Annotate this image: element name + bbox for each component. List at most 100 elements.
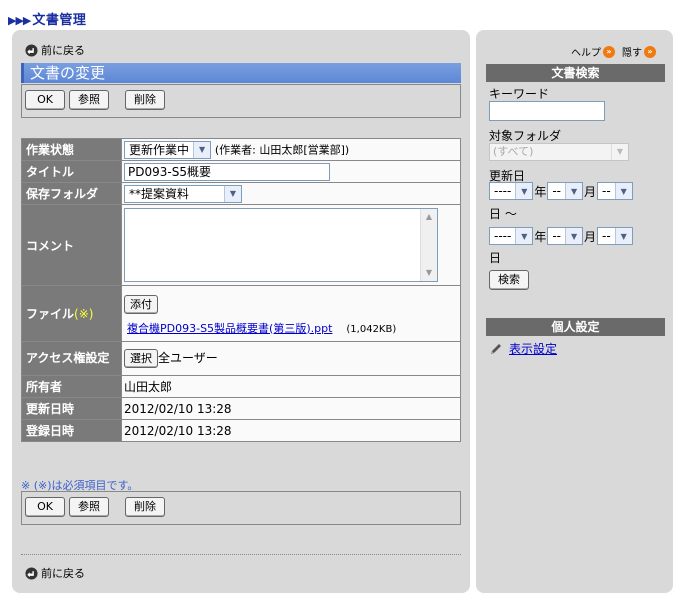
browse-button[interactable]: 参照 [69,90,109,110]
target-folder-select[interactable]: (すべて) ▼ [489,143,629,161]
chevron-down-icon: ▼ [614,228,632,244]
from-day-value: -- [602,184,611,198]
month-unit: 月 [584,184,597,199]
access-select-button[interactable]: 選択 [124,349,158,368]
to-year-select[interactable]: ---- ▼ [489,227,534,245]
folder-cell: **提案資料 ▼ [121,182,461,205]
form-row-updated: 更新日時 2012/02/10 13:28 [21,397,461,420]
to-month-select[interactable]: -- ▼ [547,227,584,245]
back-arrow-icon [25,43,38,57]
chevron-down-icon: ▼ [193,141,211,158]
attach-button[interactable]: 添付 [124,294,158,314]
delete-button[interactable]: 削除 [125,90,165,110]
status-select[interactable]: 更新作業中 ▼ [124,140,212,159]
access-cell: 選択 全ユーザー [121,341,461,376]
browse-button[interactable]: 参照 [69,497,109,517]
scroll-down-icon[interactable]: ▼ [422,266,436,280]
form-row-registered: 登録日時 2012/02/10 13:28 [21,419,461,442]
chevron-down-icon: ▼ [565,228,583,244]
hide-link[interactable]: 隠す » [622,44,656,59]
from-month-select[interactable]: -- ▼ [547,182,584,200]
attached-file-link[interactable]: 複合機PD093-S5製品概要書(第三版).ppt [127,322,332,335]
updated-value: 2012/02/10 13:28 [121,397,461,420]
main-panel: 前に戻る 文書の変更 OK 参照 削除 作業状態 更新作業中 ▼ (作業者: 山田… [12,30,470,593]
form-row-owner: 所有者 山田太郎 [21,375,461,398]
owner-value: 山田太郎 [121,375,461,398]
from-year-value: ---- [494,184,512,198]
status-label: 作業状態 [21,138,122,161]
chevron-down-icon: ▼ [515,228,533,244]
day-tilde-label: 日 ～ [489,207,517,221]
folder-label: 保存フォルダ [21,182,122,205]
chevron-down-icon: ▼ [515,183,533,199]
ok-button[interactable]: OK [25,90,65,110]
form-row-status: 作業状態 更新作業中 ▼ (作業者: 山田太郎[営業部]) [21,138,461,161]
delete-button[interactable]: 削除 [125,497,165,517]
pencil-icon [491,343,501,354]
help-arrow-icon: » [603,45,615,58]
folder-select[interactable]: **提案資料 ▼ [124,184,242,203]
year-unit: 年 [534,229,547,244]
comment-textarea[interactable]: ▲ ▼ [124,208,438,282]
title-label: タイトル [21,160,122,183]
date-from-row: ---- ▼ 年 -- ▼ 月 -- ▼ [489,182,633,200]
document-form: 作業状態 更新作業中 ▼ (作業者: 山田太郎[営業部]) タイトル PD093-… [21,138,461,442]
keyword-label: キーワード [489,87,550,101]
back-link-label: 前に戻る [41,567,85,580]
scroll-up-icon[interactable]: ▲ [422,210,436,224]
comment-scrollbar[interactable]: ▲ ▼ [420,209,437,281]
back-link-bottom[interactable]: 前に戻る [25,565,85,581]
help-label: ヘルプ [571,48,601,59]
hide-label: 隠す [622,48,642,59]
top-button-bar: OK 参照 削除 [21,84,461,118]
search-button[interactable]: 検索 [489,270,529,290]
title-input[interactable]: PD093-S5概要 [124,162,330,181]
access-value: 全ユーザー [158,351,218,365]
from-day-select[interactable]: -- ▼ [597,182,633,200]
chevron-down-icon: ▼ [224,185,241,202]
hide-arrow-icon: » [644,45,656,58]
title-arrows: ▶▶▶ [8,14,31,27]
owner-label: 所有者 [21,375,122,398]
title-cell: PD093-S5概要 [121,160,461,183]
month-unit: 月 [584,229,597,244]
status-cell: 更新作業中 ▼ (作業者: 山田太郎[営業部]) [121,138,461,161]
ok-button[interactable]: OK [25,497,65,517]
comment-label: コメント [21,204,122,286]
bottom-button-bar: OK 参照 削除 [21,491,461,525]
status-note: (作業者: 山田太郎[営業部]) [214,143,350,156]
display-settings-link[interactable]: 表示設定 [489,340,557,357]
keyword-input[interactable] [489,101,605,121]
folder-select-value: **提案資料 [129,187,190,201]
target-folder-label: 対象フォルダ [489,129,562,143]
app-title-text: 文書管理 [32,13,87,28]
status-select-value: 更新作業中 [129,143,190,157]
help-link[interactable]: ヘルプ » [571,44,615,59]
file-label-text: ファイル [26,307,75,321]
side-panel: ヘルプ » 隠す » 文書検索 キーワード 対象フォルダ (すべて) ▼ 更新日… [476,30,673,593]
registered-value: 2012/02/10 13:28 [121,419,461,442]
from-year-select[interactable]: ---- ▼ [489,182,534,200]
registered-label: 登録日時 [21,419,122,442]
page-title: 文書の変更 [21,63,461,83]
search-header: 文書検索 [486,64,665,82]
file-label: ファイル(※) [21,285,122,342]
form-row-file: ファイル(※) 添付 複合機PD093-S5製品概要書(第三版).ppt (1,0… [21,285,461,342]
form-row-folder: 保存フォルダ **提案資料 ▼ [21,182,461,205]
back-link-top[interactable]: 前に戻る [25,42,85,58]
back-arrow-icon [25,566,38,580]
file-size: (1,042KB) [346,323,397,335]
to-day-select[interactable]: -- ▼ [597,227,633,245]
personal-settings-header: 個人設定 [486,318,665,336]
back-link-label: 前に戻る [41,44,85,57]
file-cell: 添付 複合機PD093-S5製品概要書(第三版).ppt (1,042KB) [121,285,461,342]
access-label: アクセス権設定 [21,341,122,376]
form-row-comment: コメント ▲ ▼ [21,204,461,286]
form-row-access: アクセス権設定 選択 全ユーザー [21,341,461,376]
display-settings-label: 表示設定 [509,342,558,356]
to-month-value: -- [552,229,562,243]
from-month-value: -- [552,184,562,198]
updated-label: 更新日時 [21,397,122,420]
comment-cell: ▲ ▼ [121,204,461,286]
form-row-title: タイトル PD093-S5概要 [21,160,461,183]
